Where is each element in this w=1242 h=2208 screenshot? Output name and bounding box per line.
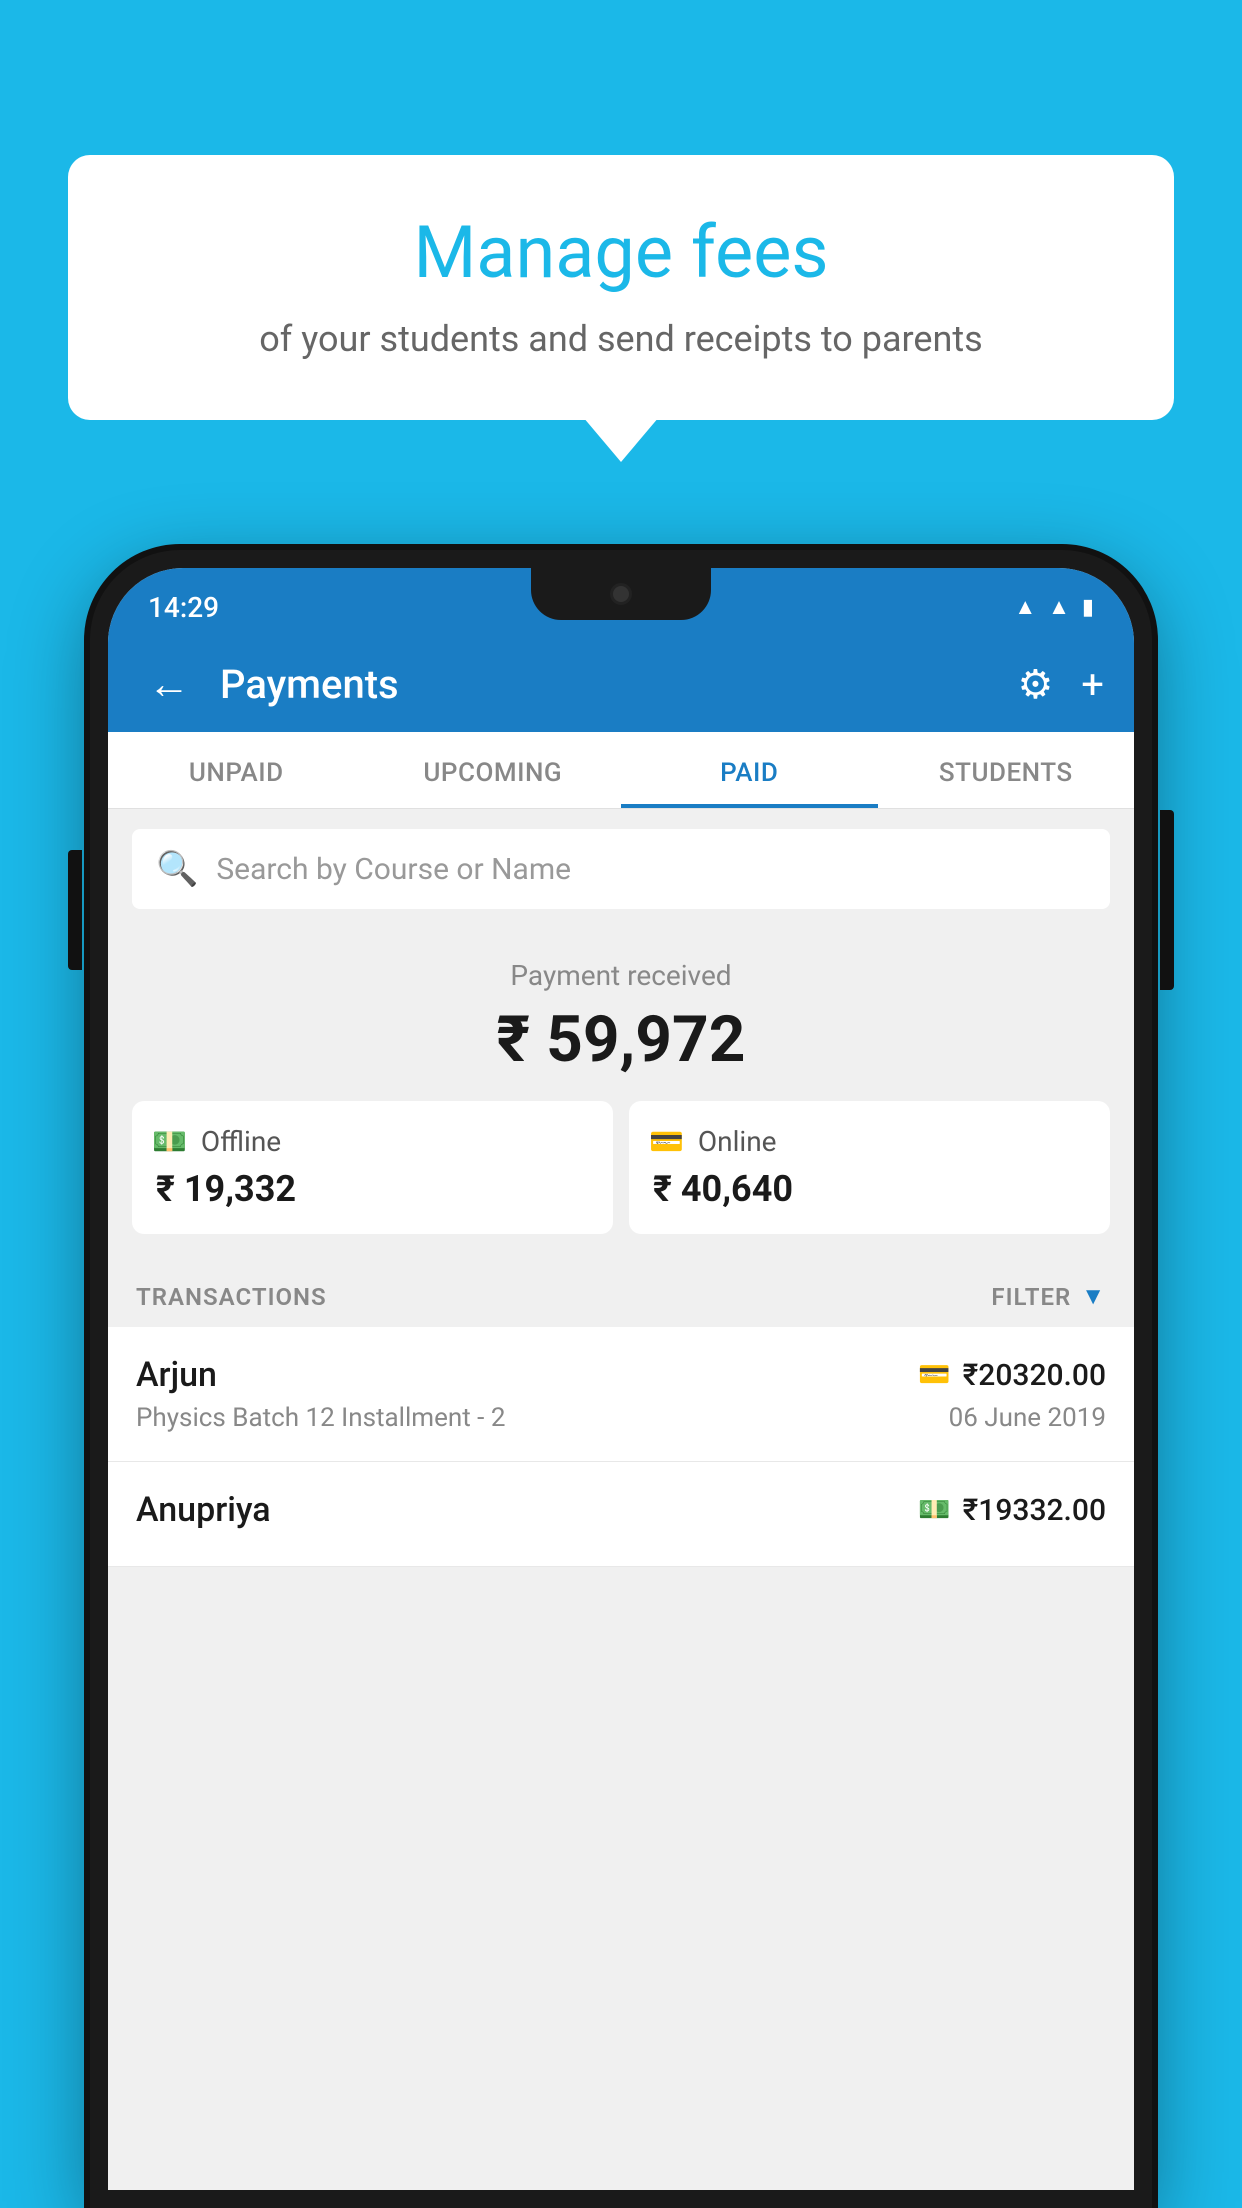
payment-total: ₹ 59,972	[132, 1002, 1110, 1077]
status-icons: ▲ ▲ ▮	[1014, 594, 1094, 620]
tabs-container: UNPAID UPCOMING PAID STUDENTS	[108, 732, 1134, 809]
offline-card: 💵 Offline ₹ 19,332	[132, 1101, 613, 1234]
signal-icon: ▲	[1048, 594, 1070, 620]
transaction-item[interactable]: Anupriya 💵 ₹19332.00	[108, 1462, 1134, 1567]
online-label: Online	[698, 1125, 777, 1158]
app-header: ← Payments ⚙ +	[108, 636, 1134, 732]
search-container: 🔍 Search by Course or Name	[108, 809, 1134, 929]
transactions-label: TRANSACTIONS	[136, 1283, 327, 1311]
tab-paid[interactable]: PAID	[621, 732, 878, 808]
transaction-row-top: Anupriya 💵 ₹19332.00	[136, 1490, 1106, 1530]
notch	[531, 568, 711, 620]
transactions-header: TRANSACTIONS FILTER ▼	[108, 1258, 1134, 1327]
payment-summary: Payment received ₹ 59,972 💵 Offline ₹ 19…	[108, 929, 1134, 1258]
bubble-title: Manage fees	[128, 210, 1114, 296]
filter-label: FILTER	[991, 1283, 1071, 1311]
payment-received-label: Payment received	[132, 959, 1110, 992]
speech-bubble-container: Manage fees of your students and send re…	[68, 155, 1174, 420]
offline-card-top: 💵 Offline	[152, 1125, 281, 1158]
tab-unpaid[interactable]: UNPAID	[108, 732, 365, 808]
search-placeholder: Search by Course or Name	[216, 852, 571, 887]
status-time: 14:29	[148, 591, 219, 624]
filter-button[interactable]: FILTER ▼	[991, 1282, 1106, 1311]
online-payment-icon: 💳	[649, 1125, 684, 1158]
tab-upcoming[interactable]: UPCOMING	[365, 732, 622, 808]
transaction-row-top: Arjun 💳 ₹20320.00	[136, 1355, 1106, 1395]
wifi-icon: ▲	[1014, 594, 1036, 620]
online-card: 💳 Online ₹ 40,640	[629, 1101, 1110, 1234]
transaction-row-bottom: Physics Batch 12 Installment - 2 06 June…	[136, 1403, 1106, 1433]
online-card-top: 💳 Online	[649, 1125, 777, 1158]
tab-students[interactable]: STUDENTS	[878, 732, 1135, 808]
header-icons: ⚙ +	[1017, 661, 1104, 708]
bubble-subtitle: of your students and send receipts to pa…	[128, 318, 1114, 360]
amount-row: 💵 ₹19332.00	[918, 1493, 1106, 1528]
course-info: Physics Batch 12 Installment - 2	[136, 1403, 505, 1433]
speech-bubble: Manage fees of your students and send re…	[68, 155, 1174, 420]
phone-inner: 14:29 ▲ ▲ ▮ ← Payments ⚙ + UNPAID UPCOMI…	[108, 568, 1134, 2190]
filter-icon: ▼	[1081, 1282, 1106, 1311]
page-title: Payments	[220, 661, 997, 708]
offline-label: Offline	[201, 1125, 281, 1158]
search-icon: 🔍	[156, 849, 198, 889]
camera-dot	[610, 583, 632, 605]
add-icon[interactable]: +	[1081, 661, 1104, 708]
transaction-amount: ₹19332.00	[963, 1493, 1106, 1528]
transaction-amount: ₹20320.00	[963, 1358, 1106, 1393]
phone-frame: 14:29 ▲ ▲ ▮ ← Payments ⚙ + UNPAID UPCOMI…	[90, 550, 1152, 2208]
card-payment-icon: 💳	[918, 1360, 950, 1390]
offline-amount: ₹ 19,332	[152, 1168, 296, 1210]
student-name: Anupriya	[136, 1490, 271, 1530]
online-amount: ₹ 40,640	[649, 1168, 793, 1210]
cash-payment-icon: 💵	[918, 1495, 950, 1525]
search-bar[interactable]: 🔍 Search by Course or Name	[132, 829, 1110, 909]
battery-icon: ▮	[1082, 595, 1094, 620]
offline-payment-icon: 💵	[152, 1125, 187, 1158]
date-info: 06 June 2019	[949, 1403, 1106, 1433]
student-name: Arjun	[136, 1355, 217, 1395]
amount-row: 💳 ₹20320.00	[918, 1358, 1106, 1393]
transaction-item[interactable]: Arjun 💳 ₹20320.00 Physics Batch 12 Insta…	[108, 1327, 1134, 1462]
back-button[interactable]: ←	[138, 650, 200, 719]
settings-icon[interactable]: ⚙	[1017, 661, 1053, 708]
payment-cards: 💵 Offline ₹ 19,332 💳 Online ₹ 40,640	[132, 1101, 1110, 1234]
